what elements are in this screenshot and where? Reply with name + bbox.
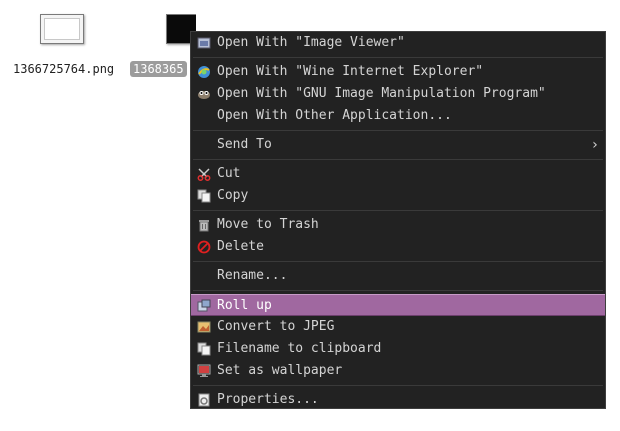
- clipboard-icon: [197, 342, 211, 356]
- file-name-label-selected: 1368365: [130, 61, 187, 77]
- desktop-file-selected[interactable]: 1368365: [126, 14, 196, 77]
- menu-separator: [193, 210, 603, 211]
- menu-item-move-to-trash[interactable]: Move to Trash: [191, 214, 605, 236]
- file-name-label: 1366725764.png: [13, 62, 115, 76]
- menu-separator: [193, 385, 603, 386]
- menu-item-rename[interactable]: Rename...: [191, 265, 605, 287]
- copy-icon: [197, 189, 211, 203]
- menu-separator: [193, 57, 603, 58]
- menu-item-open-gimp[interactable]: Open With "GNU Image Manipulation Progra…: [191, 83, 605, 105]
- image-viewer-icon: [197, 37, 211, 49]
- menu-item-filename-to-clipboard[interactable]: Filename to clipboard: [191, 338, 605, 360]
- gimp-icon: [198, 91, 210, 99]
- menu-item-open-wine-ie[interactable]: Open With "Wine Internet Explorer": [191, 61, 605, 83]
- menu-separator: [193, 290, 603, 291]
- menu-item-copy[interactable]: Copy: [191, 185, 605, 207]
- wallpaper-icon: [197, 364, 211, 377]
- menu-item-set-wallpaper[interactable]: Set as wallpaper: [191, 360, 605, 382]
- menu-item-delete[interactable]: Delete: [191, 236, 605, 258]
- menu-item-properties[interactable]: Properties...: [191, 389, 605, 411]
- menu-separator: [193, 159, 603, 160]
- menu-separator: [193, 130, 603, 131]
- convert-image-icon: [197, 321, 211, 333]
- file-thumbnail[interactable]: [40, 14, 84, 44]
- submenu-arrow-icon: ›: [590, 137, 599, 153]
- properties-icon: [198, 393, 210, 407]
- menu-item-send-to[interactable]: Send To ›: [191, 134, 605, 156]
- menu-separator: [193, 261, 603, 262]
- trash-icon: [199, 220, 209, 232]
- desktop-file-png[interactable]: 1366725764.png: [10, 14, 114, 77]
- internet-explorer-icon: [198, 66, 210, 78]
- menu-item-open-other[interactable]: Open With Other Application...: [191, 105, 605, 127]
- menu-item-cut[interactable]: Cut: [191, 163, 605, 185]
- menu-item-roll-up[interactable]: Roll up: [191, 294, 605, 316]
- scissors-icon: [197, 168, 211, 181]
- delete-icon: [197, 240, 211, 254]
- roll-up-icon: [197, 299, 211, 312]
- context-menu: Open With "Image Viewer" Open With "Wine…: [190, 31, 606, 409]
- menu-item-convert-jpeg[interactable]: Convert to JPEG: [191, 316, 605, 338]
- menu-item-open-image-viewer[interactable]: Open With "Image Viewer": [191, 32, 605, 54]
